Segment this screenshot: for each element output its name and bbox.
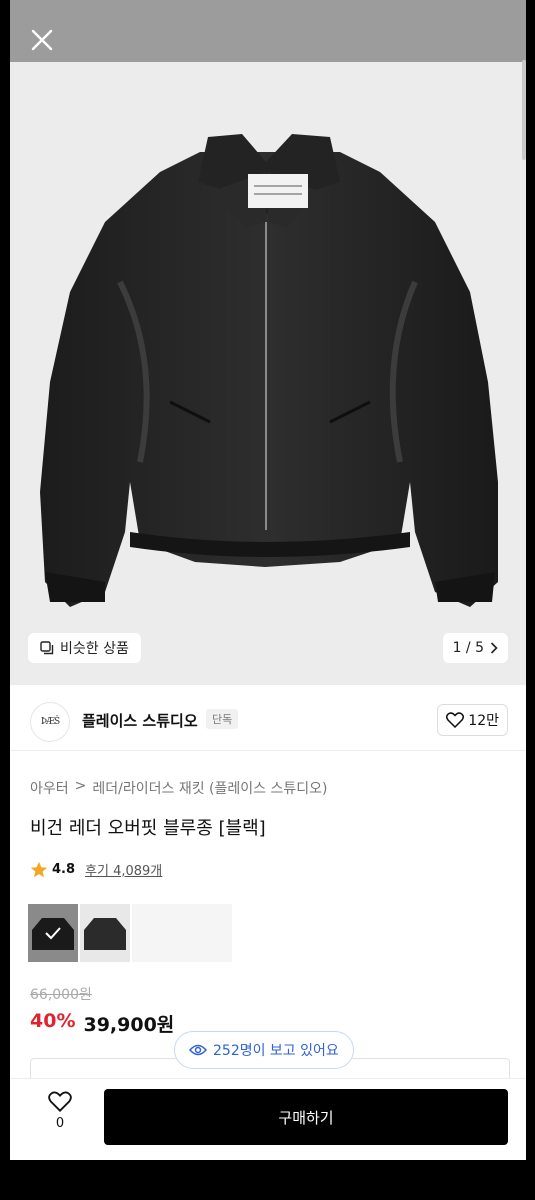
eye-icon (189, 1044, 207, 1056)
brand-like-count: 12만 (468, 713, 499, 729)
rating-score: 4.8 (52, 862, 76, 877)
original-price: 66,000원 (30, 987, 92, 1003)
chevron-right-icon (490, 642, 498, 654)
sale-price: 39,900원 (83, 1014, 175, 1036)
review-link[interactable]: 후기 4,089개 (85, 860, 162, 879)
product-gallery[interactable]: 비슷한 상품 1 / 5 (10, 0, 526, 685)
viewers-badge: 252명이 보고 있어요 (174, 1031, 354, 1069)
color-option-black-selected[interactable] (28, 904, 78, 962)
breadcrumb-category[interactable]: 아우터 (30, 778, 69, 798)
discount-rate: 40% (30, 1010, 76, 1032)
image-pager[interactable]: 1 / 5 (442, 633, 508, 663)
page-indicator: 1 / 5 (452, 640, 484, 656)
similar-products-label: 비슷한 상품 (60, 641, 129, 657)
exclusive-badge: 단독 (206, 709, 239, 729)
wishlist-button[interactable]: 0 (40, 1091, 80, 1131)
copy-icon (40, 641, 54, 655)
breadcrumb-separator: > (74, 778, 87, 794)
color-options (28, 904, 232, 962)
similar-products-button[interactable]: 비슷한 상품 (28, 633, 141, 663)
buy-button[interactable]: 구매하기 (104, 1089, 508, 1145)
brand-like-button[interactable]: 12만 (437, 704, 508, 736)
brand-logo-text: ÞÆŠ (40, 717, 60, 727)
color-option-2[interactable] (80, 904, 130, 962)
color-option-placeholder (132, 904, 232, 962)
product-page: 비슷한 상품 1 / 5 ÞÆŠ 플레이스 스튜디오 단독 12만 아우터 > … (10, 0, 526, 1160)
heart-icon (446, 712, 465, 728)
close-icon[interactable] (30, 28, 54, 52)
top-bar (10, 0, 526, 62)
star-icon (30, 861, 48, 877)
brand-row[interactable]: ÞÆŠ 플레이스 스튜디오 단독 12만 (10, 690, 526, 751)
check-icon (45, 927, 61, 940)
rating-row[interactable]: 4.8 후기 4,089개 (30, 860, 162, 879)
breadcrumb: 아우터 > 레더/라이더스 재킷 (플레이스 스튜디오) (30, 778, 327, 798)
breadcrumb-subcategory[interactable]: 레더/라이더스 재킷 (플레이스 스튜디오) (92, 778, 327, 798)
wishlist-count: 0 (55, 1116, 65, 1131)
brand-logo[interactable]: ÞÆŠ (30, 702, 70, 742)
viewers-label: 252명이 보고 있어요 (213, 1043, 339, 1059)
product-image (40, 134, 498, 607)
heart-icon (48, 1091, 72, 1112)
bottom-action-bar: 0 구매하기 (10, 1078, 526, 1160)
brand-name[interactable]: 플레이스 스튜디오 (82, 710, 198, 731)
sale-price-row: 40% 39,900원 (30, 1010, 174, 1037)
product-title: 비건 레더 오버핏 블루종 [블랙] (30, 818, 266, 839)
